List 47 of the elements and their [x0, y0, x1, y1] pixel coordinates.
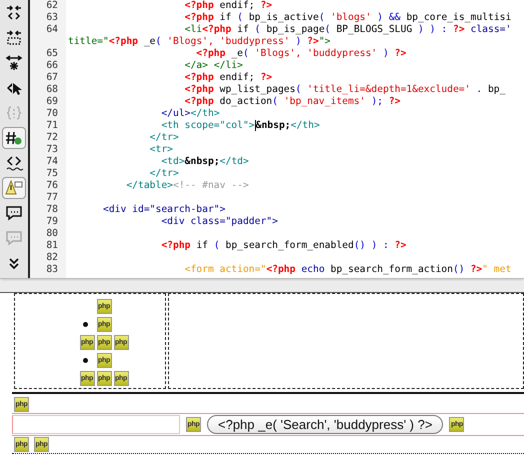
- line-number: 82: [46, 252, 58, 264]
- warning-icon[interactable]: [2, 177, 26, 199]
- code-line: </ul></th>: [160, 108, 220, 120]
- code-line: <?php endif; ?>: [184, 0, 272, 12]
- code-line: </a> </li>: [184, 60, 243, 72]
- line-number: 83: [46, 264, 58, 276]
- line-number: 78: [46, 204, 58, 216]
- code-line: <?php wp_list_pages( 'title_li=&depth=1&exclude=' . bp_: [184, 84, 506, 96]
- code-line: <?php _e( 'Blogs', 'buddypress' ) ?>: [195, 48, 406, 60]
- line-number: 70: [46, 108, 58, 120]
- line-number: 74: [46, 156, 58, 168]
- line-number: 73: [46, 144, 58, 156]
- code-line: <li<?php if ( bp_is_page( BP_BLOGS_SLUG ) ) : ?> class=': [184, 24, 512, 36]
- line-number: 68: [46, 84, 58, 96]
- code-line: <th scope="col">&nbsp;</th>: [160, 120, 320, 132]
- hash-icon[interactable]: [2, 127, 26, 149]
- line-number: 64: [46, 24, 58, 36]
- line-number: 76: [46, 180, 58, 192]
- code-line: <div class="padder">: [160, 216, 278, 228]
- code-line: <form action="<?php echo bp_search_form_action() ?>" met: [184, 264, 512, 276]
- code-line: <?php endif; ?>: [184, 72, 272, 84]
- line-number: 69: [46, 96, 58, 108]
- code-line: <div id="search-bar">: [102, 204, 226, 216]
- splitter-bar[interactable]: [0, 281, 524, 293]
- line-number: 66: [46, 60, 58, 72]
- line-number: 75: [46, 168, 58, 180]
- code-line: </tr>: [148, 132, 179, 144]
- line-number: 80: [46, 228, 58, 240]
- code-line: <tr>: [148, 144, 173, 156]
- line-number: 79: [46, 216, 58, 228]
- line-number: 72: [46, 132, 58, 144]
- line-number: 81: [46, 240, 58, 252]
- line-number: 65: [46, 48, 58, 60]
- search-button[interactable]: <?php _e( 'Search', 'buddypress' ) ?>: [207, 415, 444, 434]
- code-line: <?php if ( bp_search_form_enabled() ) : ?>: [160, 240, 406, 252]
- line-number: 62: [46, 0, 58, 12]
- line-number: 77: [46, 192, 58, 204]
- code-line: </tr>: [148, 168, 179, 180]
- code-line: <td>&nbsp;</td>: [160, 156, 249, 168]
- line-number: 71: [46, 120, 58, 132]
- line-number: 67: [46, 72, 58, 84]
- code-line: </table><!-- #nav -->: [125, 180, 249, 192]
- search-field[interactable]: [12, 415, 180, 434]
- line-number: 63: [46, 12, 58, 24]
- code-line: title="<?php _e( 'Blogs', 'buddypress' ) ?>">: [67, 36, 330, 48]
- code-line: <?php do_action( 'bp_nav_items' ); ?>: [184, 96, 400, 108]
- code-line: <?php if ( bp_is_active( 'blogs' ) && bp_core_is_multisi: [184, 12, 512, 24]
